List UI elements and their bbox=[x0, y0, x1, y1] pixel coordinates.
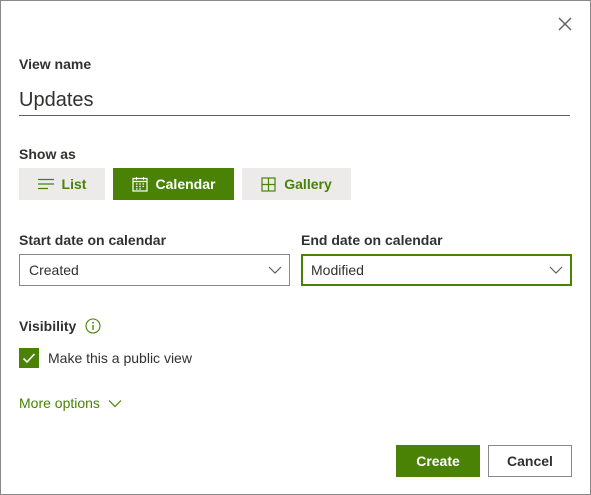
visibility-label: Visibility bbox=[19, 318, 77, 334]
start-date-dropdown[interactable]: Created bbox=[19, 254, 290, 286]
end-date-dropdown[interactable]: Modified bbox=[301, 254, 572, 286]
view-name-label: View name bbox=[19, 56, 92, 72]
view-name-input[interactable] bbox=[19, 85, 570, 116]
gallery-view-label: Gallery bbox=[284, 176, 332, 192]
chevron-down-icon bbox=[549, 266, 563, 274]
start-date-value: Created bbox=[29, 262, 79, 278]
show-as-label: Show as bbox=[19, 146, 76, 162]
gallery-view-button[interactable]: Gallery bbox=[242, 168, 351, 200]
calendar-view-label: Calendar bbox=[155, 176, 216, 192]
more-options-label: More options bbox=[19, 395, 100, 411]
cancel-button[interactable]: Cancel bbox=[488, 445, 572, 477]
start-date-label: Start date on calendar bbox=[19, 232, 167, 248]
public-view-label[interactable]: Make this a public view bbox=[48, 350, 192, 366]
calendar-icon bbox=[131, 177, 148, 192]
end-date-value: Modified bbox=[311, 262, 364, 278]
info-icon[interactable] bbox=[85, 318, 101, 334]
gallery-icon bbox=[261, 176, 276, 192]
list-icon bbox=[37, 178, 54, 190]
chevron-down-icon bbox=[108, 399, 122, 407]
close-button[interactable] bbox=[554, 13, 576, 35]
create-button[interactable]: Create bbox=[396, 445, 480, 477]
end-date-label: End date on calendar bbox=[301, 232, 443, 248]
public-view-checkbox[interactable] bbox=[19, 348, 39, 368]
more-options-link[interactable]: More options bbox=[19, 395, 122, 411]
list-view-button[interactable]: List bbox=[19, 168, 105, 200]
list-view-label: List bbox=[61, 176, 87, 192]
close-icon bbox=[558, 17, 572, 31]
chevron-down-icon bbox=[268, 266, 282, 274]
checkmark-icon bbox=[22, 353, 36, 364]
calendar-view-button[interactable]: Calendar bbox=[113, 168, 234, 200]
create-view-dialog: View name Show as List Calendar Gallery … bbox=[0, 0, 591, 495]
